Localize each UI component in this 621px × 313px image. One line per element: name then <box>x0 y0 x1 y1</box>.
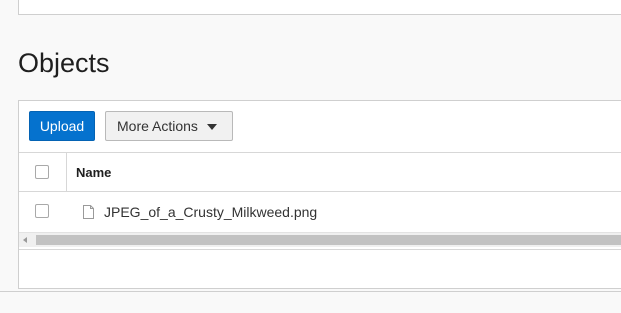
objects-panel: Upload More Actions Name JPEG_of_a_Crust… <box>18 100 621 289</box>
file-name-link[interactable]: JPEG_of_a_Crusty_Milkweed.png <box>104 204 317 220</box>
section-title: Objects <box>18 48 110 78</box>
table-header: Name <box>19 152 621 192</box>
scrollbar-thumb[interactable] <box>36 235 621 245</box>
name-column-header[interactable]: Name <box>76 165 111 180</box>
panel-footer-divider <box>19 249 621 250</box>
more-actions-label: More Actions <box>117 118 198 134</box>
more-actions-button[interactable]: More Actions <box>105 111 233 141</box>
caret-down-icon <box>207 124 217 130</box>
select-all-checkbox[interactable] <box>35 165 49 179</box>
row-checkbox[interactable] <box>35 204 49 218</box>
top-panel <box>18 0 621 15</box>
bottom-divider <box>0 291 621 292</box>
upload-button[interactable]: Upload <box>29 111 95 141</box>
column-divider <box>66 153 67 191</box>
horizontal-scrollbar[interactable] <box>19 232 621 247</box>
scroll-left-arrow-icon[interactable] <box>23 237 27 243</box>
file-icon <box>83 205 94 219</box>
table-row[interactable]: JPEG_of_a_Crusty_Milkweed.png <box>19 192 621 232</box>
